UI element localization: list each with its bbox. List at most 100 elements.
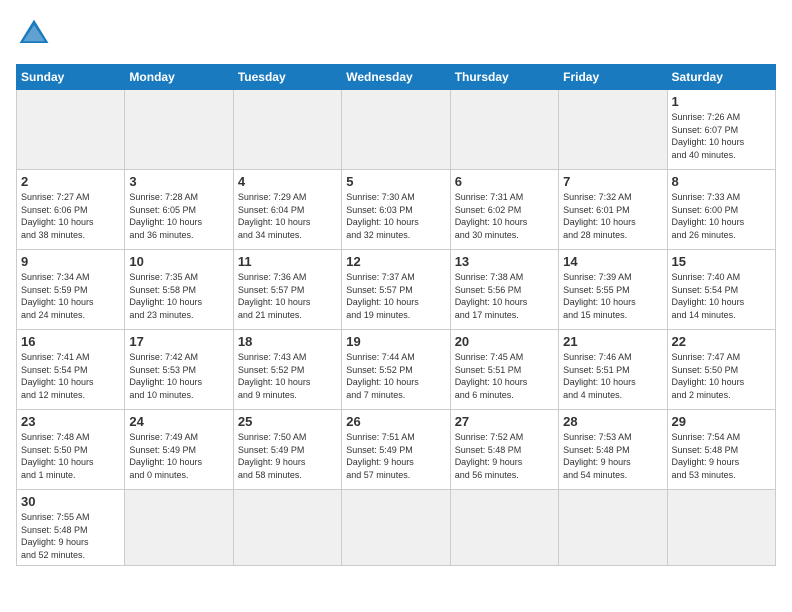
- day-info: Sunrise: 7:48 AM Sunset: 5:50 PM Dayligh…: [21, 431, 120, 481]
- calendar-cell: 17 Sunrise: 7:42 AM Sunset: 5:53 PM Dayli…: [125, 330, 233, 410]
- day-number: 3: [129, 174, 228, 189]
- calendar-week-6: 30 Sunrise: 7:55 AM Sunset: 5:48 PM Dayli…: [17, 490, 776, 566]
- day-number: 30: [21, 494, 120, 509]
- calendar-cell: 20 Sunrise: 7:45 AM Sunset: 5:51 PM Dayli…: [450, 330, 558, 410]
- logo-icon: [16, 16, 52, 52]
- calendar-week-1: 1 Sunrise: 7:26 AM Sunset: 6:07 PM Daylig…: [17, 90, 776, 170]
- calendar-week-4: 16 Sunrise: 7:41 AM Sunset: 5:54 PM Dayli…: [17, 330, 776, 410]
- day-info: Sunrise: 7:54 AM Sunset: 5:48 PM Dayligh…: [672, 431, 771, 481]
- calendar-cell: 21 Sunrise: 7:46 AM Sunset: 5:51 PM Dayli…: [559, 330, 667, 410]
- day-info: Sunrise: 7:50 AM Sunset: 5:49 PM Dayligh…: [238, 431, 337, 481]
- day-info: Sunrise: 7:42 AM Sunset: 5:53 PM Dayligh…: [129, 351, 228, 401]
- col-header-thursday: Thursday: [450, 65, 558, 90]
- day-number: 13: [455, 254, 554, 269]
- calendar-cell: [450, 490, 558, 566]
- day-number: 19: [346, 334, 445, 349]
- calendar-cell: 4 Sunrise: 7:29 AM Sunset: 6:04 PM Daylig…: [233, 170, 341, 250]
- calendar-cell: 14 Sunrise: 7:39 AM Sunset: 5:55 PM Dayli…: [559, 250, 667, 330]
- day-info: Sunrise: 7:32 AM Sunset: 6:01 PM Dayligh…: [563, 191, 662, 241]
- calendar-cell: 19 Sunrise: 7:44 AM Sunset: 5:52 PM Dayli…: [342, 330, 450, 410]
- calendar-cell: [450, 90, 558, 170]
- calendar-cell: 18Sunrise: 7:43 AM Sunset: 5:52 PM Dayli…: [233, 330, 341, 410]
- day-number: 5: [346, 174, 445, 189]
- calendar-cell: 30 Sunrise: 7:55 AM Sunset: 5:48 PM Dayli…: [17, 490, 125, 566]
- day-number: 14: [563, 254, 662, 269]
- calendar-cell: 2 Sunrise: 7:27 AM Sunset: 6:06 PM Daylig…: [17, 170, 125, 250]
- day-info: Sunrise: 7:52 AM Sunset: 5:48 PM Dayligh…: [455, 431, 554, 481]
- day-number: 12: [346, 254, 445, 269]
- day-info: Sunrise: 7:39 AM Sunset: 5:55 PM Dayligh…: [563, 271, 662, 321]
- calendar-week-3: 9Sunrise: 7:34 AM Sunset: 5:59 PM Daylig…: [17, 250, 776, 330]
- day-number: 2: [21, 174, 120, 189]
- day-info: Sunrise: 7:33 AM Sunset: 6:00 PM Dayligh…: [672, 191, 771, 241]
- calendar-cell: [125, 490, 233, 566]
- day-info: Sunrise: 7:27 AM Sunset: 6:06 PM Dayligh…: [21, 191, 120, 241]
- day-info: Sunrise: 7:34 AM Sunset: 5:59 PM Dayligh…: [21, 271, 120, 321]
- day-number: 4: [238, 174, 337, 189]
- col-header-monday: Monday: [125, 65, 233, 90]
- day-number: 29: [672, 414, 771, 429]
- calendar-cell: [233, 490, 341, 566]
- calendar-cell: [559, 490, 667, 566]
- calendar-cell: 24Sunrise: 7:49 AM Sunset: 5:49 PM Dayli…: [125, 410, 233, 490]
- calendar-cell: [559, 90, 667, 170]
- calendar-cell: 23 Sunrise: 7:48 AM Sunset: 5:50 PM Dayli…: [17, 410, 125, 490]
- day-info: Sunrise: 7:29 AM Sunset: 6:04 PM Dayligh…: [238, 191, 337, 241]
- day-number: 11: [238, 254, 337, 269]
- calendar-cell: 16 Sunrise: 7:41 AM Sunset: 5:54 PM Dayli…: [17, 330, 125, 410]
- day-number: 23: [21, 414, 120, 429]
- day-number: 17: [129, 334, 228, 349]
- calendar-cell: 27 Sunrise: 7:52 AM Sunset: 5:48 PM Dayli…: [450, 410, 558, 490]
- col-header-saturday: Saturday: [667, 65, 775, 90]
- calendar-week-2: 2 Sunrise: 7:27 AM Sunset: 6:06 PM Daylig…: [17, 170, 776, 250]
- day-number: 8: [672, 174, 771, 189]
- day-number: 26: [346, 414, 445, 429]
- day-info: Sunrise: 7:38 AM Sunset: 5:56 PM Dayligh…: [455, 271, 554, 321]
- day-info: Sunrise: 7:28 AM Sunset: 6:05 PM Dayligh…: [129, 191, 228, 241]
- day-number: 20: [455, 334, 554, 349]
- day-number: 16: [21, 334, 120, 349]
- day-number: 15: [672, 254, 771, 269]
- day-number: 21: [563, 334, 662, 349]
- day-info: Sunrise: 7:41 AM Sunset: 5:54 PM Dayligh…: [21, 351, 120, 401]
- calendar-cell: 11 Sunrise: 7:36 AM Sunset: 5:57 PM Dayli…: [233, 250, 341, 330]
- calendar-cell: 25 Sunrise: 7:50 AM Sunset: 5:49 PM Dayli…: [233, 410, 341, 490]
- day-info: Sunrise: 7:36 AM Sunset: 5:57 PM Dayligh…: [238, 271, 337, 321]
- day-info: Sunrise: 7:26 AM Sunset: 6:07 PM Dayligh…: [672, 111, 771, 161]
- day-number: 6: [455, 174, 554, 189]
- calendar-cell: 9Sunrise: 7:34 AM Sunset: 5:59 PM Daylig…: [17, 250, 125, 330]
- calendar-cell: 13 Sunrise: 7:38 AM Sunset: 5:56 PM Dayli…: [450, 250, 558, 330]
- calendar-cell: 28 Sunrise: 7:53 AM Sunset: 5:48 PM Dayli…: [559, 410, 667, 490]
- day-info: Sunrise: 7:44 AM Sunset: 5:52 PM Dayligh…: [346, 351, 445, 401]
- calendar-cell: 6 Sunrise: 7:31 AM Sunset: 6:02 PM Daylig…: [450, 170, 558, 250]
- page-header: [16, 16, 776, 52]
- calendar-cell: [342, 490, 450, 566]
- day-number: 27: [455, 414, 554, 429]
- col-header-sunday: Sunday: [17, 65, 125, 90]
- day-info: Sunrise: 7:31 AM Sunset: 6:02 PM Dayligh…: [455, 191, 554, 241]
- calendar-cell: [233, 90, 341, 170]
- col-header-tuesday: Tuesday: [233, 65, 341, 90]
- day-info: Sunrise: 7:55 AM Sunset: 5:48 PM Dayligh…: [21, 511, 120, 561]
- day-info: Sunrise: 7:53 AM Sunset: 5:48 PM Dayligh…: [563, 431, 662, 481]
- day-info: Sunrise: 7:35 AM Sunset: 5:58 PM Dayligh…: [129, 271, 228, 321]
- day-number: 25: [238, 414, 337, 429]
- day-info: Sunrise: 7:37 AM Sunset: 5:57 PM Dayligh…: [346, 271, 445, 321]
- day-number: 1: [672, 94, 771, 109]
- day-info: Sunrise: 7:45 AM Sunset: 5:51 PM Dayligh…: [455, 351, 554, 401]
- calendar-cell: 15Sunrise: 7:40 AM Sunset: 5:54 PM Dayli…: [667, 250, 775, 330]
- logo: [16, 16, 58, 52]
- day-number: 7: [563, 174, 662, 189]
- day-info: Sunrise: 7:51 AM Sunset: 5:49 PM Dayligh…: [346, 431, 445, 481]
- day-number: 18: [238, 334, 337, 349]
- day-info: Sunrise: 7:49 AM Sunset: 5:49 PM Dayligh…: [129, 431, 228, 481]
- calendar-cell: 22Sunrise: 7:47 AM Sunset: 5:50 PM Dayli…: [667, 330, 775, 410]
- day-number: 22: [672, 334, 771, 349]
- calendar-cell: [17, 90, 125, 170]
- calendar-cell: [342, 90, 450, 170]
- calendar-cell: 3 Sunrise: 7:28 AM Sunset: 6:05 PM Daylig…: [125, 170, 233, 250]
- day-number: 28: [563, 414, 662, 429]
- day-info: Sunrise: 7:46 AM Sunset: 5:51 PM Dayligh…: [563, 351, 662, 401]
- calendar-cell: 5Sunrise: 7:30 AM Sunset: 6:03 PM Daylig…: [342, 170, 450, 250]
- calendar-table: SundayMondayTuesdayWednesdayThursdayFrid…: [16, 64, 776, 566]
